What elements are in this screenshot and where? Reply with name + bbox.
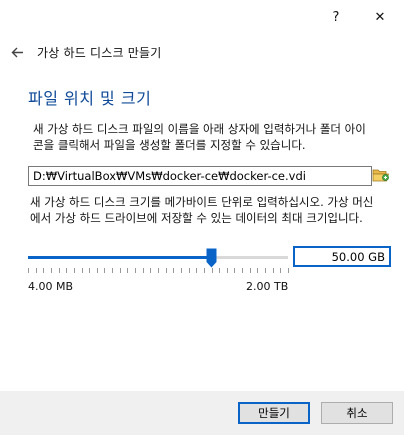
- help-icon: ?: [332, 9, 340, 25]
- slider-tick: [35, 268, 37, 273]
- slider-tick: [242, 268, 244, 273]
- close-icon: ✕: [374, 9, 386, 25]
- create-button[interactable]: 만들기: [238, 402, 310, 424]
- slider-tick: [58, 268, 60, 273]
- slider-tick: [219, 268, 221, 273]
- wizard-header: 가상 하드 디스크 만들기: [9, 43, 161, 61]
- slider-tick: [288, 268, 289, 273]
- slider-tick: [226, 268, 228, 273]
- slider-tick: [112, 268, 114, 273]
- slider-tick: [257, 268, 259, 273]
- slider-tick: [127, 268, 129, 273]
- slider-tick: [73, 268, 75, 273]
- back-button[interactable]: [9, 44, 25, 60]
- slider-tick: [249, 268, 251, 273]
- slider-tick: [203, 268, 205, 273]
- wizard-title: 가상 하드 디스크 만들기: [37, 45, 162, 60]
- cancel-button[interactable]: 취소: [321, 402, 393, 424]
- size-slider[interactable]: [28, 248, 289, 273]
- folder-open-icon: [372, 169, 390, 182]
- slider-tick: [142, 268, 144, 273]
- slider-tick: [150, 268, 152, 273]
- slider-max-label: 2.00 TB: [246, 280, 289, 293]
- page-title: 파일 위치 및 크기: [28, 89, 152, 108]
- slider-tick: [66, 268, 68, 273]
- slider-tick: [280, 268, 282, 273]
- disk-size-input[interactable]: [293, 246, 391, 267]
- choose-folder-button[interactable]: [372, 166, 390, 184]
- slider-tick: [81, 268, 83, 273]
- slider-tick: [196, 268, 198, 273]
- slider-tick: [135, 268, 137, 273]
- slider-tick: [272, 268, 274, 273]
- location-description: 새 가상 하드 디스크 파일의 이름을 아래 상자에 입력하거나 폴더 아이콘을…: [33, 122, 366, 152]
- slider-tick: [165, 268, 167, 273]
- slider-tick: [28, 268, 29, 273]
- slider-tick: [50, 268, 52, 273]
- size-description: 새 가상 하드 디스크 크기를 메가바이트 단위로 입력하십시오. 가상 머신에…: [30, 195, 374, 225]
- slider-tick: [188, 268, 190, 273]
- slider-fill: [28, 256, 212, 259]
- slider-thumb-shape: [206, 248, 217, 268]
- slider-min-label: 4.00 MB: [28, 280, 74, 293]
- close-button[interactable]: ✕: [367, 6, 393, 28]
- arrow-left-icon: [11, 47, 23, 57]
- slider-tick: [234, 268, 236, 273]
- slider-tick: [43, 268, 45, 273]
- slider-tick: [96, 268, 98, 273]
- slider-tick: [211, 268, 213, 273]
- slider-tick: [104, 268, 106, 273]
- dialog-footer: 만들기 취소: [0, 391, 404, 435]
- slider-thumb[interactable]: [206, 248, 217, 268]
- slider-tick: [119, 268, 121, 273]
- slider-tick: [173, 268, 175, 273]
- create-virtual-hard-disk-dialog: ? ✕ 가상 하드 디스크 만들기 파일 위치 및 크기 새 가상 하드 디스크…: [0, 0, 404, 435]
- file-path-input[interactable]: [28, 166, 372, 186]
- slider-tick: [265, 268, 267, 273]
- help-button[interactable]: ?: [323, 6, 349, 28]
- slider-tick: [180, 268, 182, 273]
- slider-tick: [89, 268, 91, 273]
- slider-tick: [158, 268, 159, 273]
